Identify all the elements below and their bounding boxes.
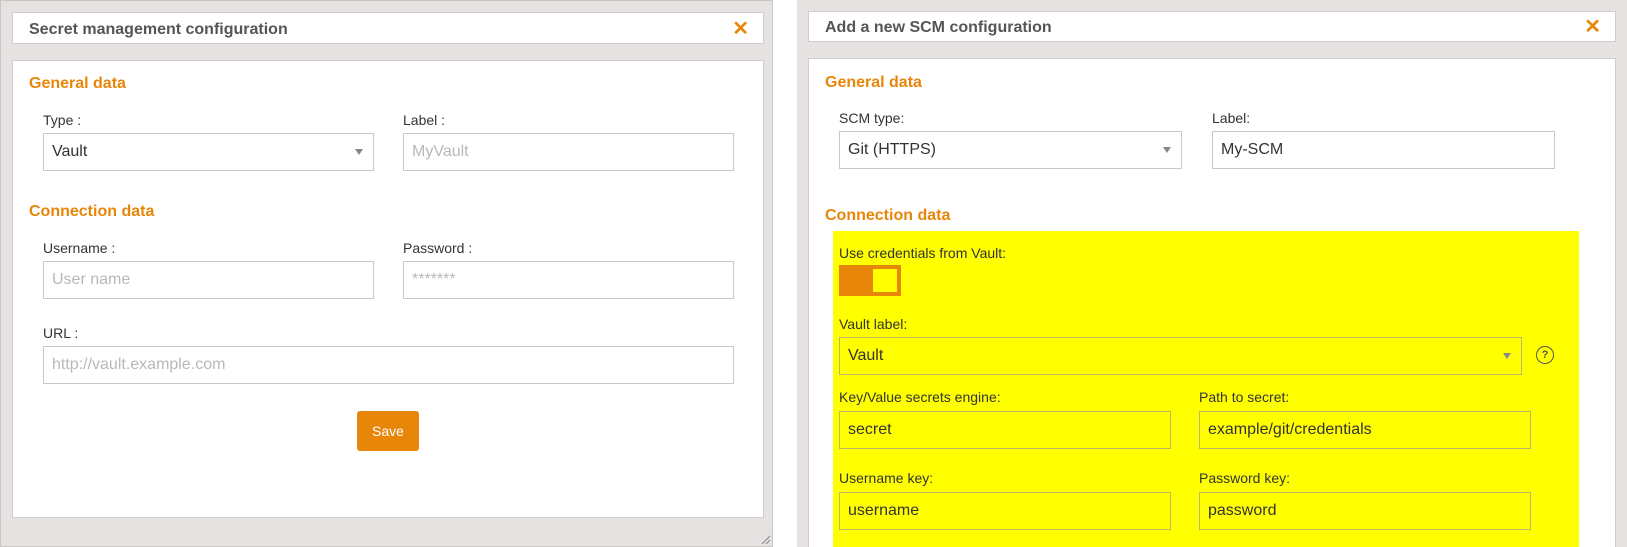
vault-label-select-value: Vault [848,347,884,364]
dialog-body: General data SCM type: Git (HTTPS) Label… [808,58,1616,547]
kv-engine-input[interactable] [839,411,1171,449]
connection-data-heading: Connection data [825,207,951,224]
dialog-title: Secret management configuration [29,21,288,38]
dialog-body: General data Type : Vault Label : Connec… [12,60,764,518]
password-key-label: Password key: [1199,470,1291,486]
general-data-heading: General data [29,75,126,92]
chevron-down-icon [355,149,363,155]
dialog-titlebar: Add a new SCM configuration ✕ [808,11,1616,42]
secret-management-dialog: Secret management configuration ✕ Genera… [0,0,773,547]
username-key-input[interactable] [839,492,1171,530]
vault-label-select[interactable]: Vault [839,337,1522,375]
password-label: Password : [403,240,473,256]
label-label: Label: [1212,110,1251,126]
use-credentials-label: Use credentials from Vault: [839,245,1007,261]
use-credentials-toggle[interactable] [839,265,901,296]
general-data-heading: General data [825,74,922,91]
vault-label-label: Vault label: [839,316,908,332]
type-select-value: Vault [52,143,88,160]
chevron-down-icon [1503,353,1511,359]
dialog-titlebar: Secret management configuration ✕ [12,12,764,44]
kv-engine-label: Key/Value secrets engine: [839,389,1001,405]
screenshot-canvas: Secret management configuration ✕ Genera… [0,0,1627,547]
password-key-input[interactable] [1199,492,1531,530]
label-input[interactable] [403,133,734,171]
type-label: Type : [43,112,82,128]
url-label: URL : [43,325,79,341]
username-key-label: Username key: [839,470,934,486]
url-input[interactable] [43,346,734,384]
scm-type-select-value: Git (HTTPS) [848,141,936,158]
chevron-down-icon [1163,147,1171,153]
username-label: Username : [43,240,116,256]
scm-configuration-dialog: Add a new SCM configuration ✕ General da… [797,0,1627,547]
scm-type-select[interactable]: Git (HTTPS) [839,131,1182,169]
close-icon[interactable]: ✕ [1584,15,1601,39]
username-input[interactable] [43,261,374,299]
toggle-knob [873,269,897,292]
connection-data-heading: Connection data [29,203,155,220]
label-label: Label : [403,112,446,128]
dialog-title: Add a new SCM configuration [825,19,1052,36]
close-icon[interactable]: ✕ [732,17,749,41]
type-select[interactable]: Vault [43,133,374,171]
help-icon[interactable]: ? [1536,346,1554,364]
vault-credentials-section: Use credentials from Vault: Vault label:… [833,231,1579,547]
path-label: Path to secret: [1199,389,1290,405]
resize-grip-icon[interactable] [760,534,770,544]
save-button[interactable]: Save [357,411,419,451]
password-input[interactable] [403,261,734,299]
path-input[interactable] [1199,411,1531,449]
scm-type-label: SCM type: [839,110,905,126]
label-input[interactable] [1212,131,1555,169]
